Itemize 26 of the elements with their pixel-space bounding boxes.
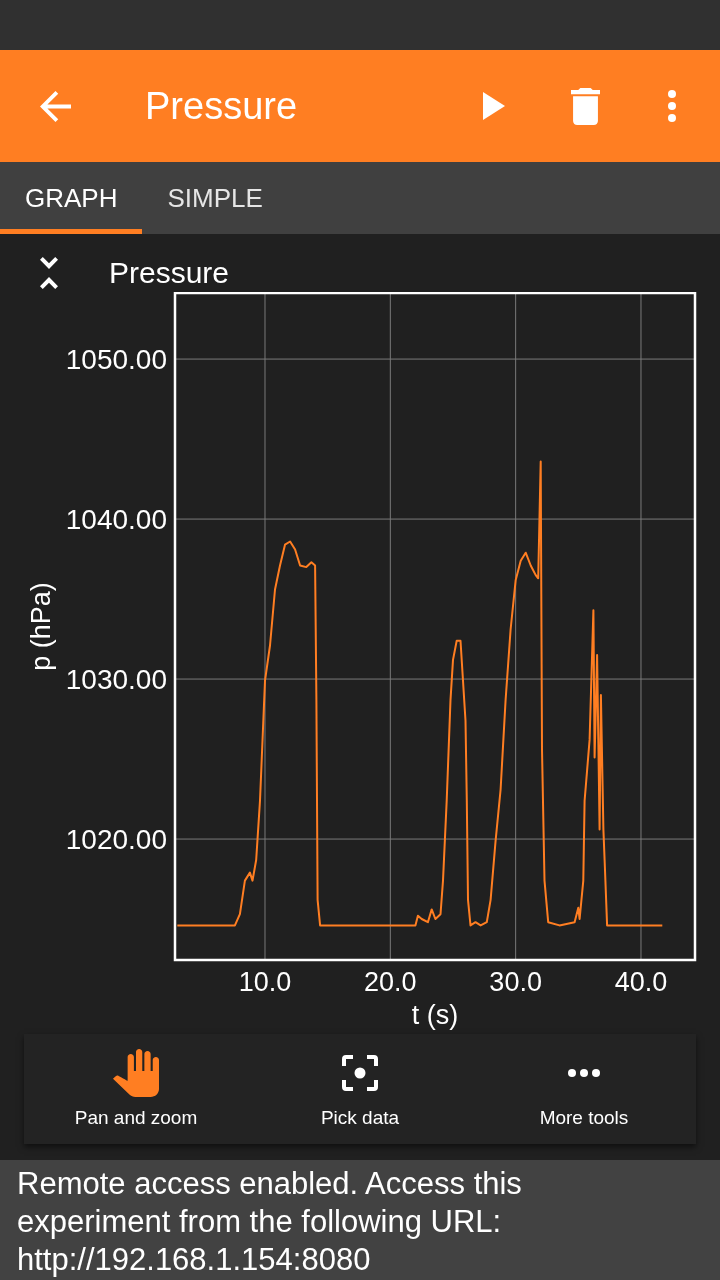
x-tick-label: 40.0: [614, 967, 668, 997]
play-icon[interactable]: [483, 92, 505, 120]
y-tick-label: 1040.00: [65, 504, 167, 536]
more-horizontal-icon: [568, 1069, 600, 1077]
x-axis-title: t (s): [411, 1000, 459, 1030]
chevrons-inward-icon[interactable]: [40, 257, 58, 289]
pick-data-button[interactable]: Pick data: [320, 1034, 400, 1144]
y-tick-label: 1020.00: [65, 824, 167, 856]
graph-title: Pressure: [109, 256, 230, 290]
tab[interactable]: SIMPLE: [142, 162, 288, 234]
y-tick-label: 1050.00: [65, 344, 167, 376]
tab[interactable]: GRAPH: [0, 162, 143, 234]
more-tools-button[interactable]: More tools: [539, 1034, 629, 1144]
y-tick-label: 1030.00: [65, 664, 167, 696]
focus-frame-icon: [342, 1055, 378, 1091]
arrow-left-icon[interactable]: [40, 90, 71, 122]
hand-icon: [113, 1049, 159, 1097]
remote-access-message: Remote access enabled. Access this experiment from the following URL: http://192.168.1.154:8080: [17, 1165, 523, 1279]
pan-zoom-button[interactable]: Pan and zoom: [74, 1034, 198, 1144]
trash-icon[interactable]: [571, 87, 600, 125]
app-title: Pressure: [145, 84, 298, 128]
x-tick-label: 20.0: [364, 967, 417, 997]
x-tick-label: 10.0: [238, 967, 292, 997]
x-tick-label: 30.0: [489, 967, 542, 997]
more-vertical-icon[interactable]: [668, 90, 676, 122]
y-axis-title: p (hPa): [26, 582, 56, 671]
